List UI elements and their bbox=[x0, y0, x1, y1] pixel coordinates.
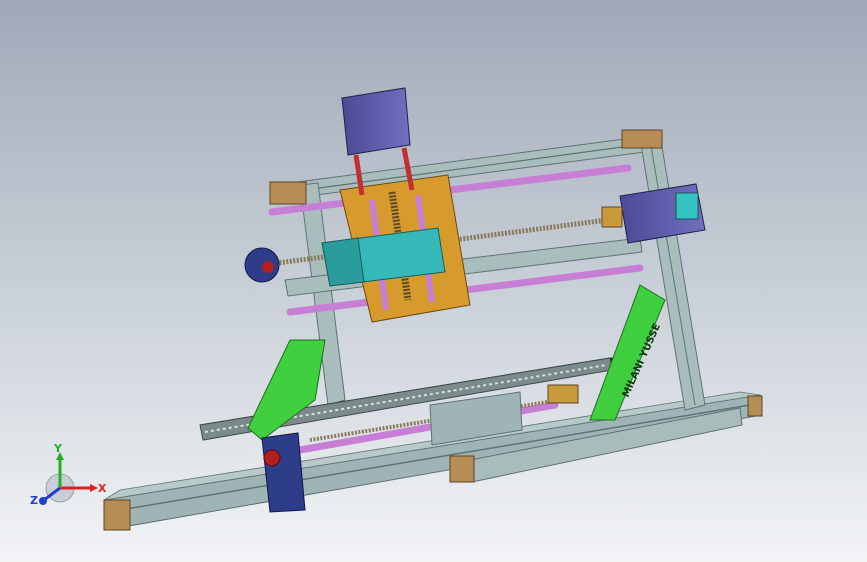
triad-z-label: Z bbox=[30, 494, 38, 507]
corner-block-top-right bbox=[621, 129, 663, 149]
y-drive[interactable] bbox=[261, 432, 306, 513]
orientation-triad: X Y Z bbox=[30, 442, 107, 507]
triad-x-label: X bbox=[98, 482, 107, 495]
triad-x-arrow bbox=[90, 484, 98, 492]
corner-block-top-left bbox=[269, 181, 307, 205]
spindle-pulley[interactable] bbox=[244, 247, 280, 283]
spindle-pulley-hub bbox=[262, 261, 274, 273]
spindle-front-face bbox=[321, 237, 365, 287]
x-motor-coupler bbox=[601, 206, 623, 228]
y-motor-coupler bbox=[547, 384, 579, 404]
cad-scene[interactable]: MILANI YUSSE bbox=[0, 0, 867, 562]
foot-pad-right bbox=[747, 395, 763, 417]
triad-y-label: Y bbox=[53, 442, 63, 455]
y-idler-pulley bbox=[263, 449, 281, 467]
z-stepper-motor[interactable] bbox=[341, 87, 411, 156]
y-idler-block[interactable] bbox=[261, 432, 306, 513]
triad-z-tip bbox=[39, 497, 47, 505]
foot-pad-middle bbox=[449, 455, 475, 483]
3d-viewport[interactable]: MILANI YUSSE X Y Z bbox=[0, 0, 867, 562]
x-motor-display bbox=[675, 192, 699, 220]
